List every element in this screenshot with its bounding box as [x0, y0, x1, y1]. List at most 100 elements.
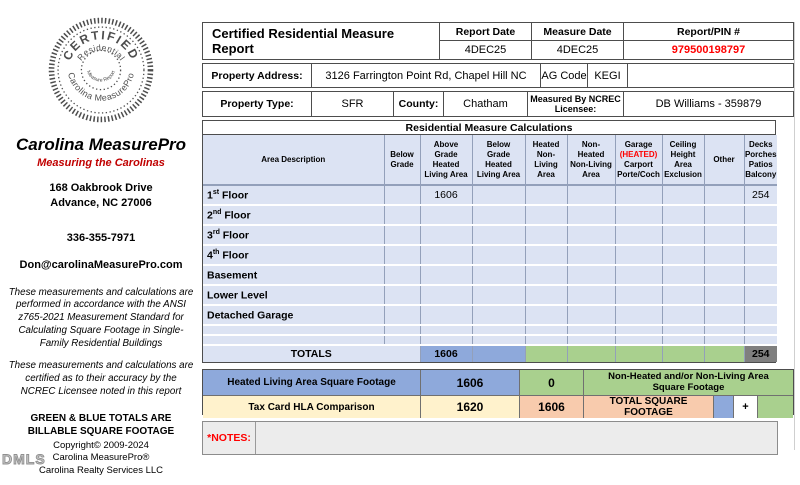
heated-living-label: Heated Living Area Square Footage [203, 370, 421, 395]
totals-above-grade: 1606 [420, 345, 472, 362]
calculations-section: Residential Measure Calculations Area De… [202, 120, 776, 363]
email-address: Don@carolinaMeasurePro.com [0, 259, 202, 271]
cell-above-grade [420, 285, 472, 305]
calculations-title: Residential Measure Calculations [203, 121, 775, 135]
row-label: Detached Garage [203, 305, 384, 325]
notes-section: *NOTES: [202, 421, 778, 455]
report-title: Certified Residential Measure Report [203, 23, 440, 59]
cell-above-grade [420, 305, 472, 325]
property-address-label: Property Address: [203, 64, 312, 87]
summary-green-spacer [758, 396, 793, 418]
summary-row-heated: Heated Living Area Square Footage 1606 0… [203, 370, 793, 396]
county-value: Chatham [444, 92, 528, 116]
company-line2: Carolina Realty Services LLC [0, 465, 202, 478]
row-label: Lower Level [203, 285, 384, 305]
pin-label: Report/PIN # [624, 23, 793, 41]
tax-card-label: Tax Card HLA Comparison [203, 396, 421, 418]
report-header-section: Certified Residential Measure Report Rep… [202, 22, 794, 60]
totals-label: TOTALS [203, 345, 420, 362]
property-type-label: Property Type: [203, 92, 312, 116]
report-panel: Certified Residential Measure Report Rep… [202, 22, 794, 455]
report-date-value: 4DEC25 [440, 41, 532, 59]
row-label: Basement [203, 265, 384, 285]
row-label: 2nd Floor [203, 205, 384, 225]
table-row-lower-level: Lower Level [203, 285, 777, 305]
nonliving-label: Non-Heated and/or Non-Living Area Square… [584, 370, 793, 395]
totals-below-grade-hla [472, 345, 525, 362]
property-type-value: SFR [312, 92, 394, 116]
row-label: 1st Floor [203, 185, 384, 205]
measure-date-value: 4DEC25 [532, 41, 624, 59]
col-header-decks: Decks Porches Patios Balcony [744, 135, 777, 185]
table-row-empty [203, 335, 777, 345]
address-line1: 168 Oakbrook Drive [0, 181, 202, 196]
col-header-heated-nonliving: Heated Non-Living Area [525, 135, 567, 185]
measured-by-value: DB Williams - 359879 [624, 92, 793, 116]
sidebar: CERTIFIED Residential Carolina MeasurePr… [0, 0, 202, 485]
col-header-below-grade: Below Grade [384, 135, 420, 185]
expand-button[interactable]: + [734, 396, 758, 418]
page-edge-line [794, 22, 795, 450]
notes-label: *NOTES: [203, 422, 256, 454]
calc-header-row: Area Description Below Grade Above Grade… [203, 135, 777, 185]
nonliving-value: 0 [520, 370, 584, 395]
ag-code-label: AG Code [541, 64, 588, 87]
cell-decks [744, 265, 777, 285]
cell-above-grade: 1606 [420, 185, 472, 205]
cell-decks [744, 285, 777, 305]
notes-content[interactable] [256, 422, 777, 454]
county-label: County: [394, 92, 444, 116]
calculations-table: Area Description Below Grade Above Grade… [203, 135, 777, 362]
certification-disclaimer: These measurements and calculations are … [8, 360, 194, 398]
measured-by-label: Measured By NCREC Licensee: [528, 92, 624, 116]
row-label: 3rd Floor [203, 225, 384, 245]
table-row-basement: Basement [203, 265, 777, 285]
company-address: 168 Oakbrook Drive Advance, NC 27006 [0, 181, 202, 211]
row-label: 4th Floor [203, 245, 384, 265]
col-header-garage: Garage(HEATED)Carport Porte/Coch [615, 135, 662, 185]
property-address-section: Property Address: 3126 Farrington Point … [202, 63, 794, 88]
phone-number: 336-355-7971 [0, 232, 202, 244]
cell-decks: 254 [744, 185, 777, 205]
table-row-empty [203, 325, 777, 335]
dmls-watermark: DMLS [2, 451, 46, 467]
col-header-area-description: Area Description [203, 135, 384, 185]
cell-decks [744, 205, 777, 225]
table-row-2nd-floor: 2nd Floor [203, 205, 777, 225]
cell-above-grade [420, 205, 472, 225]
ansi-disclaimer: These measurements and calculations are … [8, 287, 194, 351]
table-row-detached-garage: Detached Garage [203, 305, 777, 325]
certified-seal: CERTIFIED Residential Carolina MeasurePr… [0, 14, 202, 131]
summary-section: Heated Living Area Square Footage 1606 0… [202, 369, 794, 415]
report-date-label: Report Date [440, 23, 532, 41]
property-type-section: Property Type: SFR County: Chatham Measu… [202, 91, 794, 117]
brand-tagline: Measuring the Carolinas [0, 157, 202, 169]
table-row-4th-floor: 4th Floor [203, 245, 777, 265]
address-line2: Advance, NC 27006 [0, 196, 202, 211]
cell-decks [744, 305, 777, 325]
col-header-ceiling-exclusion: Ceiling Height Area Exclusion [662, 135, 704, 185]
property-address-value: 3126 Farrington Point Rd, Chapel Hill NC [312, 64, 541, 87]
pin-value: 979500198797 [624, 41, 793, 59]
col-header-below-grade-hla: Below Grade Heated Living Area [472, 135, 525, 185]
report-page: CERTIFIED Residential Carolina MeasurePr… [0, 0, 800, 485]
cell-above-grade [420, 225, 472, 245]
svg-text:Measure Report: Measure Report [85, 70, 117, 84]
totals-row: TOTALS 1606 254 [203, 345, 777, 362]
col-header-above-grade-hla: Above Grade Heated Living Area [420, 135, 472, 185]
heated-living-value: 1606 [421, 370, 520, 395]
measure-date-label: Measure Date [532, 23, 624, 41]
brand-name: Carolina MeasurePro [0, 135, 202, 155]
summary-row-taxcard: Tax Card HLA Comparison 1620 1606 TOTAL … [203, 396, 793, 414]
billable-note: GREEN & BLUE TOTALS ARE BILLABLE SQUARE … [14, 412, 188, 438]
table-row-1st-floor: 1st Floor 1606 254 [203, 185, 777, 205]
seal-icon: CERTIFIED Residential Carolina MeasurePr… [45, 14, 157, 126]
garage-heated-flag: (HEATED) [620, 150, 658, 159]
col-header-nonheated-nonliving: Non- Heated Non-Living Area [567, 135, 615, 185]
table-row-3rd-floor: 3rd Floor [203, 225, 777, 245]
cell-above-grade [420, 265, 472, 285]
svg-text:Carolina MeasurePro: Carolina MeasurePro [66, 71, 136, 103]
summary-blue-spacer [714, 396, 734, 418]
col-header-other: Other [704, 135, 744, 185]
ag-code-extra [628, 64, 793, 87]
